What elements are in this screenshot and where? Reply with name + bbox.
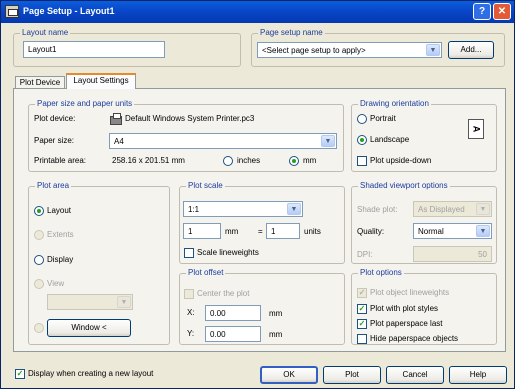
paper-size-label: Paper size: [34, 136, 75, 145]
plot-options-label: Plot options [358, 268, 404, 277]
plot-upside-down-label: Plot upside-down [370, 156, 432, 165]
plot-offset-group: Plot offset [179, 268, 345, 345]
window-button[interactable]: Window < [47, 319, 131, 337]
window-title: Page Setup - Layout1 [23, 6, 115, 16]
paper-size-value: A4 [114, 137, 124, 146]
plot-scale-label: Plot scale [186, 181, 225, 190]
plot-paperspace-last-checkbox[interactable]: ✓ [357, 319, 367, 329]
plot-paperspace-last-label: Plot paperspace last [370, 319, 443, 328]
plot-upside-down-checkbox[interactable] [357, 156, 367, 166]
mm-radio[interactable] [289, 156, 299, 166]
shade-plot-label: Shade plot: [357, 205, 398, 214]
view-label: View [47, 279, 65, 288]
cancel-button[interactable]: Cancel [386, 366, 444, 384]
chevron-down-icon[interactable]: ▼ [476, 203, 490, 215]
view-radio[interactable] [34, 279, 44, 289]
mm-label: mm [303, 156, 317, 165]
landscape-radio[interactable] [357, 135, 367, 145]
tab-layout-settings[interactable]: Layout Settings [66, 73, 136, 89]
inches-label: inches [237, 156, 261, 165]
hide-paperspace-objects-checkbox[interactable] [357, 334, 367, 344]
paper-size-group-label: Paper size and paper units [35, 99, 135, 108]
close-icon[interactable]: ✕ [493, 3, 511, 20]
help-button[interactable]: Help [449, 366, 507, 384]
plot-object-lineweights-checkbox[interactable]: ✓ [357, 288, 367, 298]
plot-area-label: Plot area [35, 181, 72, 190]
offset-x-label: X: [187, 308, 195, 317]
landscape-preview-icon: A [468, 119, 484, 139]
layout-label: Layout [47, 206, 72, 215]
plot-with-plot-styles-label: Plot with plot styles [370, 304, 439, 313]
printable-area-value: 258.16 x 201.51 mm [112, 156, 185, 165]
window-radio[interactable] [34, 323, 44, 333]
extents-radio[interactable] [34, 230, 44, 240]
landscape-label: Landscape [370, 135, 410, 144]
offset-y-label: Y: [187, 329, 195, 338]
portrait-radio[interactable] [357, 114, 367, 124]
scale-equals: = [258, 227, 263, 236]
scale-lineweights-checkbox[interactable] [184, 248, 194, 258]
plot-button[interactable]: Plot [323, 366, 381, 384]
hide-paperspace-objects-label: Hide paperspace objects [370, 334, 459, 343]
title-bar[interactable]: Page Setup - Layout1 ? ✕ [1, 1, 514, 23]
plot-scale-value: 1:1 [188, 205, 200, 214]
extents-label: Extents [47, 230, 74, 239]
center-plot-label: Center the plot [197, 289, 250, 298]
plot-scale-combo[interactable]: 1:1 ▼ [183, 201, 303, 217]
offset-y-unit: mm [269, 330, 283, 339]
drawing-orientation-label: Drawing orientation [358, 99, 431, 108]
layout-radio[interactable] [34, 206, 44, 216]
portrait-label: Portrait [370, 114, 396, 123]
page-setup-name-value: <Select page setup to apply> [262, 46, 366, 55]
dpi-field[interactable]: 50 [413, 246, 492, 262]
plot-offset-label: Plot offset [186, 268, 226, 277]
dpi-label: DPI: [357, 250, 373, 259]
printer-icon [110, 113, 122, 125]
quality-combo[interactable]: Normal ▼ [413, 223, 492, 239]
chevron-down-icon[interactable]: ▼ [426, 44, 440, 56]
page-setup-dialog: Page Setup - Layout1 ? ✕ Layout name Lay… [0, 0, 515, 389]
display-label: Display [47, 255, 74, 264]
chevron-down-icon[interactable]: ▼ [476, 225, 490, 237]
plot-device-value: Default Windows System Printer.pc3 [125, 114, 255, 123]
offset-x-field[interactable]: 0.00 [205, 305, 261, 321]
view-combo[interactable]: ▼ [47, 294, 133, 310]
shade-plot-value: As Displayed [418, 205, 465, 214]
page-setup-name-label: Page setup name [258, 28, 325, 37]
plot-with-plot-styles-checkbox[interactable]: ✓ [357, 304, 367, 314]
plot-device-label: Plot device: [34, 114, 76, 123]
offset-y-field[interactable]: 0.00 [205, 326, 261, 342]
shade-plot-combo[interactable]: As Displayed ▼ [413, 201, 492, 217]
page-setup-icon [5, 5, 19, 18]
chevron-down-icon[interactable]: ▼ [117, 296, 131, 308]
scale-mm-label: mm [225, 227, 239, 236]
orientation-letter: A [471, 125, 481, 133]
scale-mm-field[interactable]: 1 [183, 223, 221, 239]
display-radio[interactable] [34, 255, 44, 265]
chevron-down-icon[interactable]: ▼ [287, 203, 301, 215]
quality-label: Quality: [357, 227, 385, 236]
printable-area-label: Printable area: [34, 156, 87, 165]
layout-name-field[interactable]: Layout1 [23, 41, 165, 58]
layout-name-label: Layout name [20, 28, 71, 37]
paper-size-combo[interactable]: A4 ▼ [109, 133, 337, 149]
display-new-layout-checkbox[interactable]: ✓ [15, 369, 25, 379]
scale-lineweights-label: Scale lineweights [197, 248, 259, 257]
shaded-viewport-label: Shaded viewport options [358, 181, 450, 190]
quality-value: Normal [418, 227, 444, 236]
add-page-setup-button[interactable]: Add... [448, 41, 494, 59]
help-icon[interactable]: ? [473, 3, 491, 20]
offset-x-unit: mm [269, 309, 283, 318]
center-plot-checkbox[interactable] [184, 289, 194, 299]
ok-button[interactable]: OK [260, 366, 318, 384]
display-new-layout-label: Display when creating a new layout [28, 369, 154, 378]
plot-object-lineweights-label: Plot object lineweights [370, 288, 450, 297]
scale-units-label: units [304, 227, 321, 236]
inches-radio[interactable] [223, 156, 233, 166]
scale-units-field[interactable]: 1 [266, 223, 300, 239]
page-setup-name-combo[interactable]: <Select page setup to apply> ▼ [257, 42, 442, 58]
chevron-down-icon[interactable]: ▼ [321, 135, 335, 147]
